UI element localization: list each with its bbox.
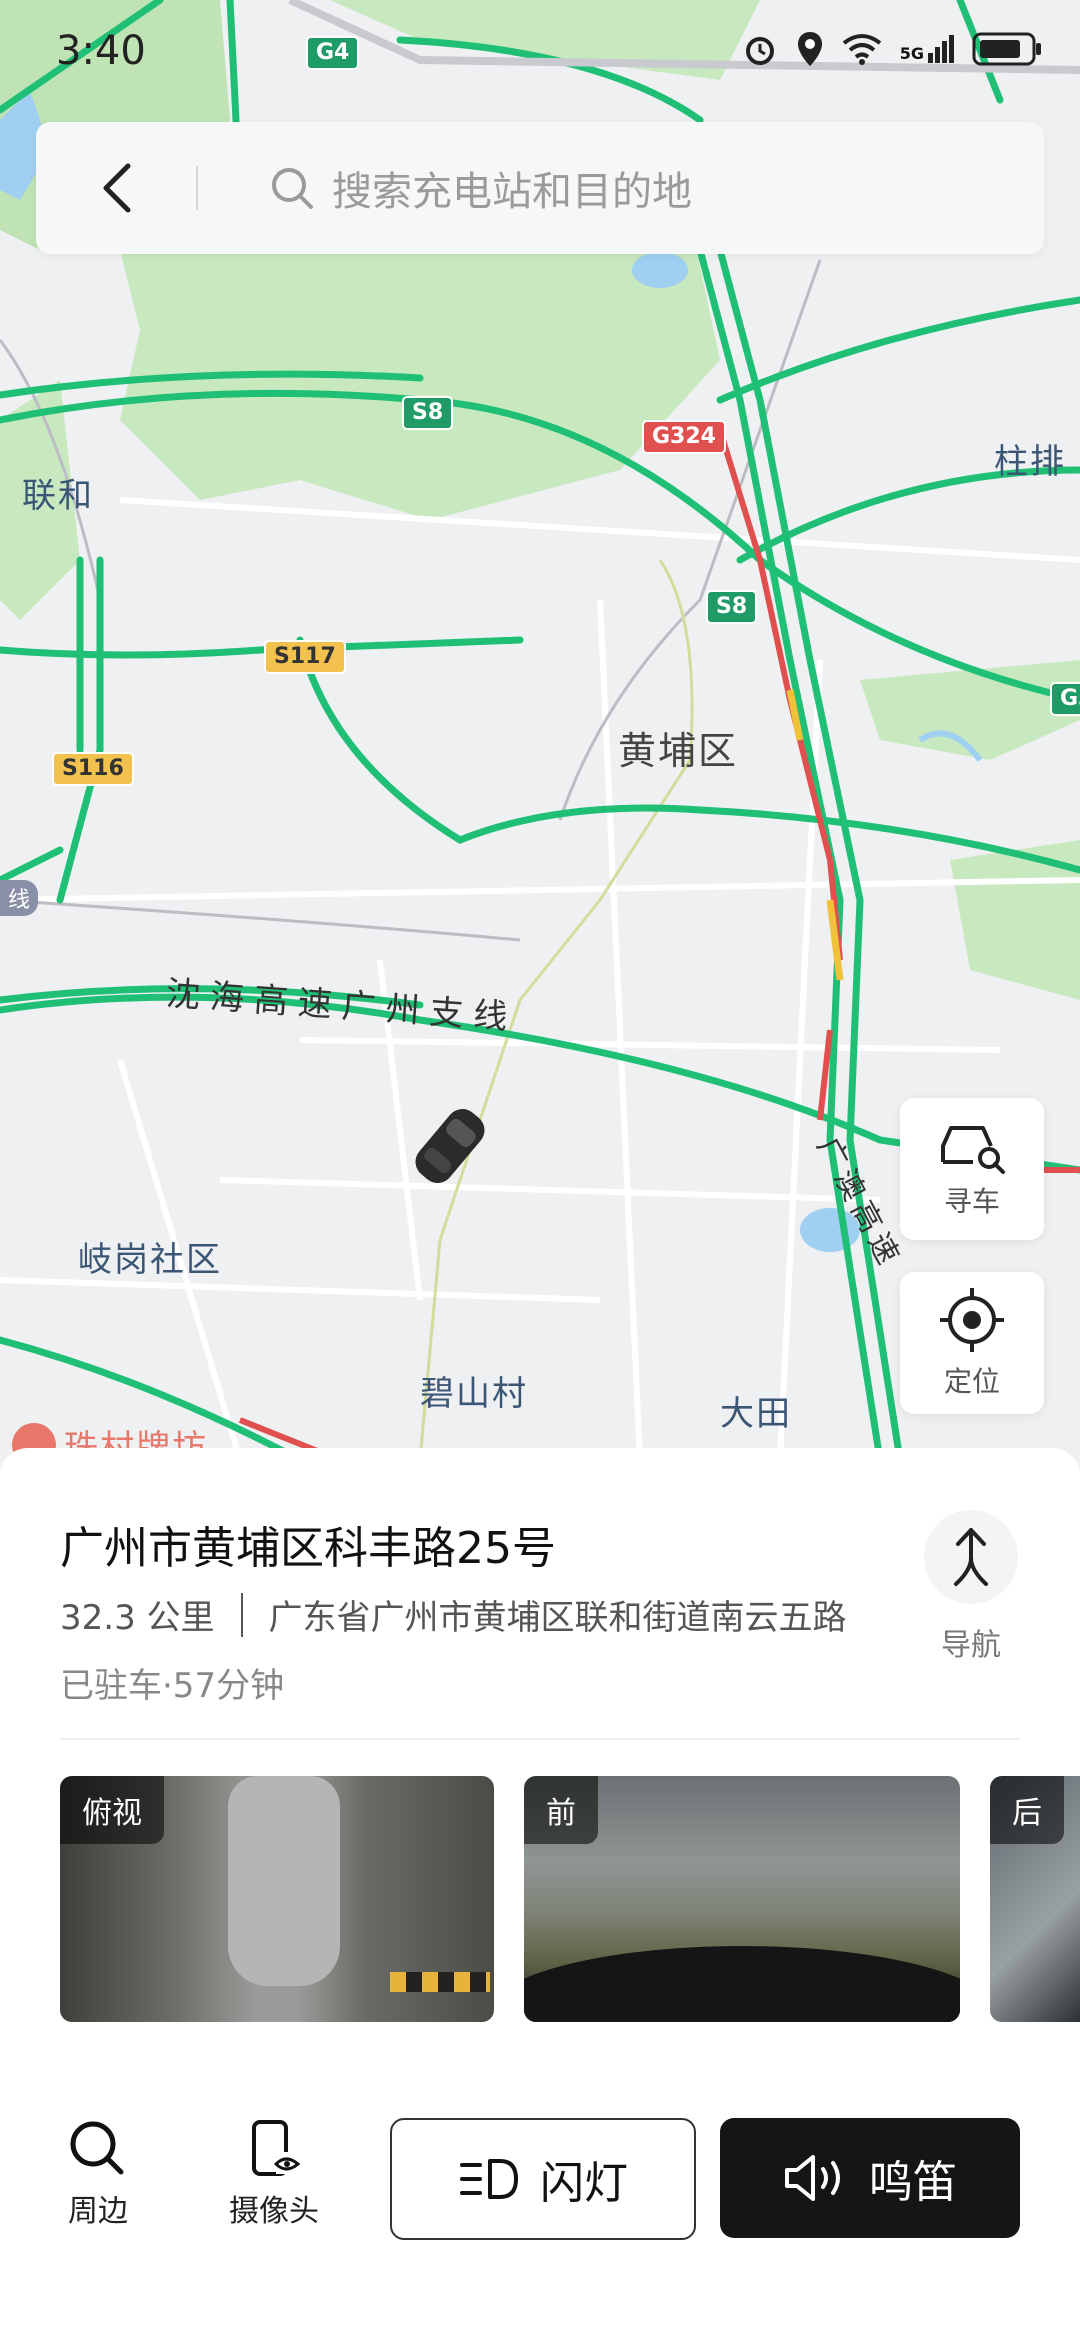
horn-label: 鸣笛 — [869, 2157, 957, 2208]
navigate-button[interactable] — [924, 1510, 1018, 1604]
speaker-horn-icon — [785, 2155, 840, 2201]
navigate-turn-icon — [954, 1528, 988, 1586]
road-shield-s8: S8 — [402, 396, 454, 430]
horn-button[interactable]: 鸣笛 — [720, 2118, 1020, 2238]
section-divider — [60, 1738, 1020, 1740]
road-shield-s116: S116 — [52, 752, 134, 786]
parking-address-title: 广州市黄埔区科丰路25号 — [60, 1523, 556, 1574]
camera-label: 摄像头 — [229, 2194, 319, 2229]
place-label-huangpu: 黄埔区 — [618, 729, 739, 773]
find-car-icon — [941, 1126, 1005, 1174]
distance-text: 32.3 公里 — [60, 1598, 215, 1638]
find-car-button[interactable]: 寻车 — [900, 1098, 1044, 1240]
camera-thumbnail-front[interactable]: 前 — [524, 1776, 960, 2022]
status-time: 3:40 — [56, 28, 146, 74]
car-marker-icon[interactable] — [400, 1096, 500, 1196]
road-shield-g324: G324 — [642, 420, 726, 454]
place-label-datian: 大田 — [720, 1394, 792, 1434]
back-button[interactable] — [36, 122, 196, 254]
alarm-icon — [745, 37, 774, 65]
nearby-label: 周边 — [68, 2194, 128, 2229]
camera-tag-top: 俯视 — [60, 1776, 164, 1844]
camera-thumbnail-top-view[interactable]: 俯视 — [60, 1776, 494, 2022]
phone-camera-icon — [252, 2120, 301, 2176]
address-meta: 32.3 公里 广东省广州市黄埔区联和街道南云五路 — [60, 1590, 847, 1639]
search-input[interactable]: 搜索充电站和目的地 — [332, 159, 692, 217]
locate-label: 定位 — [943, 1365, 1000, 1398]
cellular-signal-icon: 5G — [900, 35, 954, 63]
search-icon — [268, 164, 316, 212]
road-label-line: 线 — [0, 880, 39, 916]
parked-duration: 已驻车·57分钟 — [60, 1666, 285, 1706]
camera-tag-rear: 后 — [990, 1776, 1064, 1844]
road-shield-g4: G4 — [306, 36, 360, 70]
location-icon — [797, 32, 822, 66]
flash-label: 闪灯 — [540, 2158, 628, 2209]
car-top-view-image — [228, 1776, 340, 1986]
status-icons: 5G — [742, 30, 1042, 68]
search-bar: 搜索充电站和目的地 — [36, 122, 1044, 254]
front-bumper-image — [524, 1946, 960, 2022]
headlight-icon — [460, 2159, 518, 2199]
search-divider — [196, 166, 198, 210]
meta-separator — [240, 1592, 243, 1637]
full-address-text: 广东省广州市黄埔区联和街道南云五路 — [268, 1598, 847, 1638]
place-label-bishan: 碧山村 — [420, 1374, 528, 1414]
navigate-label: 导航 — [941, 1628, 1001, 1663]
network-type: 5G — [899, 44, 924, 63]
road-shield-s8: S8 — [706, 590, 758, 624]
road-shield-s117: S117 — [264, 640, 346, 674]
place-label-xiagang: 岐岗社区 — [78, 1240, 222, 1280]
search-nearby-icon — [70, 2121, 124, 2175]
place-label-zhupai: 柱排 — [994, 442, 1066, 482]
camera-button[interactable]: 摄像头 — [204, 2118, 344, 2248]
flash-lights-button[interactable]: 闪灯 — [390, 2118, 696, 2240]
nearby-button[interactable]: 周边 — [28, 2118, 168, 2248]
locate-button[interactable]: 定位 — [900, 1272, 1044, 1414]
camera-tag-front: 前 — [524, 1776, 598, 1844]
camera-thumbnail-rear[interactable]: 后 — [990, 1776, 1080, 2022]
battery-icon — [972, 32, 1041, 66]
road-shield-g3: G3 — [1050, 682, 1080, 716]
find-car-label: 寻车 — [943, 1185, 1000, 1218]
parking-stopper — [390, 1972, 490, 1992]
wifi-icon — [842, 34, 881, 65]
vehicle-info-sheet: 广州市黄埔区科丰路25号 32.3 公里 广东省广州市黄埔区联和街道南云五路 已… — [0, 1448, 1080, 2340]
back-arrow-icon — [103, 163, 131, 213]
place-label-lianhe: 联和 — [22, 476, 94, 516]
locate-icon — [940, 1288, 1004, 1352]
